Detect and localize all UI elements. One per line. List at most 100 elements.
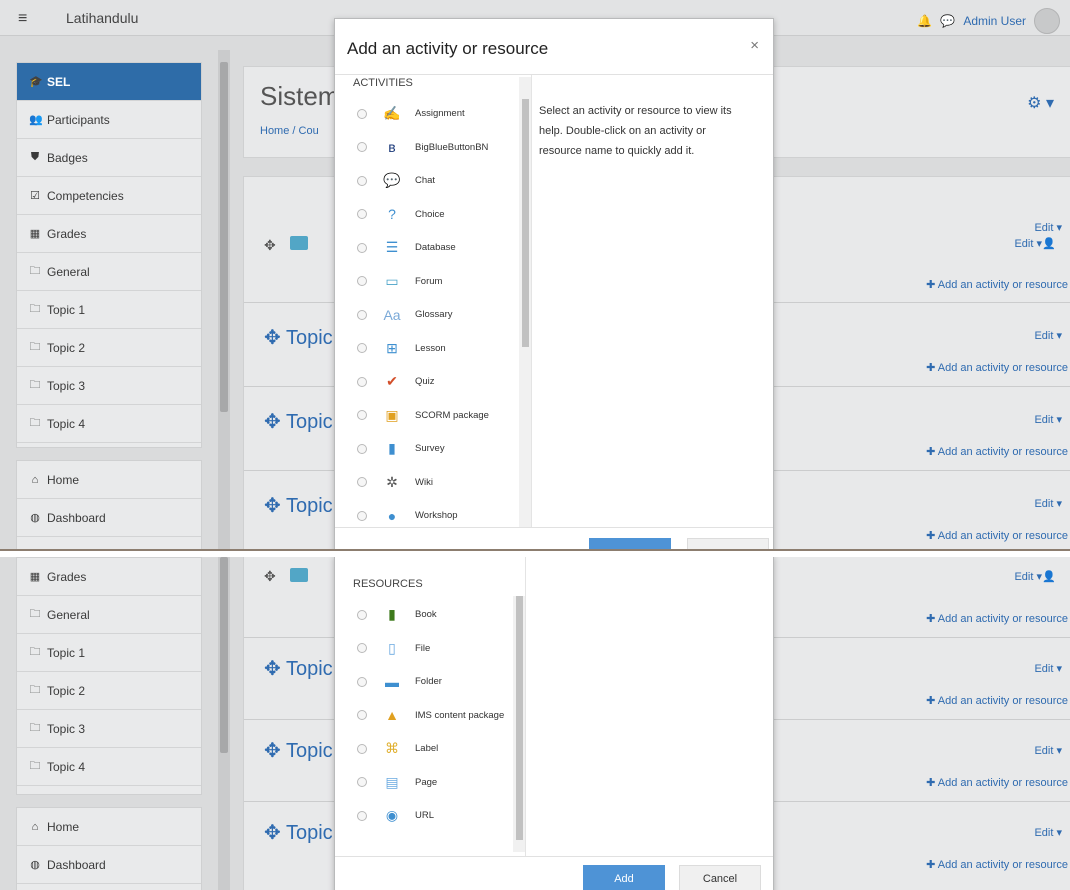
add-activity-link[interactable]: ✚ Add an activity or resource bbox=[926, 445, 1068, 458]
sidebar-item-home[interactable]: ⌂ Home bbox=[17, 808, 201, 846]
add-activity-link[interactable]: ✚ Add an activity or resource bbox=[926, 694, 1068, 707]
sidebar-item-general[interactable]: 🗀 General bbox=[17, 596, 201, 634]
option-page[interactable]: ▤ Page bbox=[345, 766, 531, 800]
option-workshop[interactable]: ● Workshop bbox=[345, 499, 531, 527]
option-radio[interactable] bbox=[357, 609, 367, 620]
edit-menu[interactable]: Edit ▾ bbox=[1034, 497, 1062, 510]
option-radio[interactable] bbox=[357, 309, 367, 320]
move-icon[interactable]: ✥ bbox=[264, 237, 276, 254]
edit-menu[interactable]: Edit ▾ bbox=[1034, 221, 1062, 234]
option-glossary[interactable]: Aa Glossary bbox=[345, 298, 531, 332]
sidebar-item-course[interactable]: 🎓 SEL bbox=[17, 63, 201, 101]
site-brand[interactable]: Latihandulu bbox=[66, 10, 138, 26]
add-activity-link[interactable]: ✚ Add an activity or resource bbox=[926, 361, 1068, 374]
sidebar-item-topic-1[interactable]: 🗀 Topic 1 bbox=[17, 634, 201, 672]
sidebar-item-participants[interactable]: 👥 Participants bbox=[17, 101, 201, 139]
option-chat[interactable]: 💬 Chat bbox=[345, 164, 531, 198]
option-bigbluebutton[interactable]: ʙ BigBlueButtonBN bbox=[345, 131, 531, 165]
option-forum[interactable]: ▭ Forum bbox=[345, 265, 531, 299]
option-url[interactable]: ◉ URL bbox=[345, 799, 531, 833]
topic-title[interactable]: ✥ Topic bbox=[264, 325, 333, 350]
scroll-thumb[interactable] bbox=[220, 557, 228, 753]
option-radio[interactable] bbox=[357, 142, 367, 153]
option-assignment[interactable]: ✍ Assignment bbox=[345, 97, 531, 131]
close-icon[interactable]: × bbox=[750, 37, 759, 54]
edit-menu[interactable]: Edit ▾ bbox=[1014, 570, 1042, 583]
scroll-thumb[interactable] bbox=[522, 99, 529, 347]
option-choice[interactable]: ? Choice bbox=[345, 198, 531, 232]
edit-menu[interactable]: Edit ▾ bbox=[1034, 329, 1062, 342]
sidebar-item-topic-3[interactable]: 🗀 Topic 3 bbox=[17, 710, 201, 748]
list-scrollbar[interactable] bbox=[513, 596, 525, 852]
add-activity-link[interactable]: ✚ Add an activity or resource bbox=[926, 529, 1068, 542]
sidebar-item-competencies[interactable]: ☑ Competencies bbox=[17, 177, 201, 215]
edit-menu[interactable]: Edit ▾ bbox=[1034, 744, 1062, 757]
option-lesson[interactable]: ⊞ Lesson bbox=[345, 332, 531, 366]
add-button[interactable] bbox=[589, 538, 671, 549]
scroll-thumb[interactable] bbox=[516, 596, 523, 840]
option-radio[interactable] bbox=[357, 676, 367, 687]
option-folder[interactable]: ▬ Folder bbox=[345, 665, 531, 699]
option-quiz[interactable]: ✔ Quiz bbox=[345, 365, 531, 399]
option-radio[interactable] bbox=[357, 643, 367, 654]
option-radio[interactable] bbox=[357, 376, 367, 387]
option-radio[interactable] bbox=[357, 710, 367, 721]
sidebar-scrollbar[interactable] bbox=[218, 557, 230, 890]
cancel-button[interactable] bbox=[687, 538, 769, 549]
option-scorm[interactable]: ▣ SCORM package bbox=[345, 399, 531, 433]
option-radio[interactable] bbox=[357, 810, 367, 821]
sidebar-item-home[interactable]: ⌂ Home bbox=[17, 461, 201, 499]
message-icon[interactable]: 💬 bbox=[940, 14, 955, 28]
sidebar-item-topic-4[interactable]: 🗀 Topic 4 bbox=[17, 405, 201, 443]
option-wiki[interactable]: ✲ Wiki bbox=[345, 466, 531, 500]
option-radio[interactable] bbox=[357, 410, 367, 421]
option-survey[interactable]: ▮ Survey bbox=[345, 432, 531, 466]
sidebar-item-topic-2[interactable]: 🗀 Topic 2 bbox=[17, 672, 201, 710]
move-icon[interactable]: ✥ bbox=[264, 568, 276, 585]
sidebar-item-topic-1[interactable]: 🗀 Topic 1 bbox=[17, 291, 201, 329]
add-button[interactable]: Add bbox=[583, 865, 665, 890]
option-radio[interactable] bbox=[357, 477, 367, 488]
topic-title[interactable]: ✥ Topic bbox=[264, 738, 333, 763]
sidebar-item-badges[interactable]: ⛊ Badges bbox=[17, 139, 201, 177]
option-ims-package[interactable]: ▲ IMS content package bbox=[345, 699, 531, 733]
edit-menu[interactable]: Edit ▾ bbox=[1034, 826, 1062, 839]
hamburger-icon[interactable]: ≡ bbox=[18, 10, 27, 28]
option-radio[interactable] bbox=[357, 242, 367, 253]
sidebar-item-grades[interactable]: ▦ Grades bbox=[17, 558, 201, 596]
sidebar-item-grades[interactable]: ▦ Grades bbox=[17, 215, 201, 253]
sidebar-item-dashboard[interactable]: ◍ Dashboard bbox=[17, 846, 201, 884]
topic-title[interactable]: ✥ Topic bbox=[264, 820, 333, 845]
sidebar-item-general[interactable]: 🗀 General bbox=[17, 253, 201, 291]
option-radio[interactable] bbox=[357, 443, 367, 454]
option-radio[interactable] bbox=[357, 175, 367, 186]
user-icon[interactable]: 👤 bbox=[1042, 237, 1056, 250]
edit-menu[interactable]: Edit ▾ bbox=[1034, 413, 1062, 426]
avatar[interactable] bbox=[1034, 8, 1060, 34]
option-radio[interactable] bbox=[357, 777, 367, 788]
topic-title[interactable]: ✥ Topic bbox=[264, 656, 333, 681]
edit-menu[interactable]: Edit ▾ bbox=[1014, 237, 1042, 250]
edit-menu[interactable]: Edit ▾ bbox=[1034, 662, 1062, 675]
option-radio[interactable] bbox=[357, 510, 367, 521]
option-label[interactable]: ⌘ Label bbox=[345, 732, 531, 766]
add-activity-link[interactable]: ✚ Add an activity or resource bbox=[926, 612, 1068, 625]
scroll-thumb[interactable] bbox=[220, 62, 228, 412]
sidebar-item-topic-2[interactable]: 🗀 Topic 2 bbox=[17, 329, 201, 367]
breadcrumb[interactable]: Home / Cou bbox=[260, 125, 319, 137]
option-book[interactable]: ▮ Book bbox=[345, 598, 531, 632]
option-radio[interactable] bbox=[357, 209, 367, 220]
user-icon[interactable]: 👤 bbox=[1042, 570, 1056, 583]
gear-icon[interactable]: ⚙ ▾ bbox=[1027, 93, 1054, 113]
option-database[interactable]: ☰ Database bbox=[345, 231, 531, 265]
add-activity-link[interactable]: ✚ Add an activity or resource bbox=[926, 776, 1068, 789]
sidebar-scrollbar[interactable] bbox=[218, 50, 230, 549]
sidebar-item-dashboard[interactable]: ◍ Dashboard bbox=[17, 499, 201, 537]
list-scrollbar[interactable] bbox=[519, 77, 531, 527]
option-file[interactable]: ▯ File bbox=[345, 632, 531, 666]
user-name[interactable]: Admin User bbox=[963, 14, 1026, 28]
topic-title[interactable]: ✥ Topic bbox=[264, 493, 333, 518]
add-activity-link[interactable]: ✚ Add an activity or resource bbox=[926, 278, 1068, 291]
option-radio[interactable] bbox=[357, 343, 367, 354]
sidebar-item-topic-4[interactable]: 🗀 Topic 4 bbox=[17, 748, 201, 786]
